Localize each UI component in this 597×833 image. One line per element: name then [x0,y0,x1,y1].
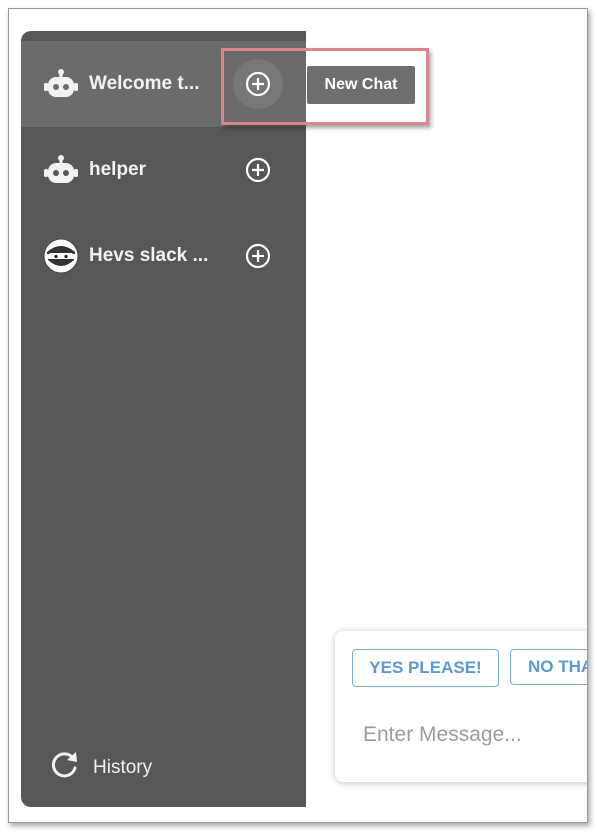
suggestion-yes-please-button[interactable]: YES PLEASE! [352,649,499,687]
plus-circle-icon[interactable] [233,231,283,281]
refresh-icon [49,750,81,785]
suggestion-no-thanks-button[interactable]: NO THA [510,649,587,685]
message-composer: YES PLEASE! NO THA [335,631,587,782]
sidebar-item-welcome[interactable]: Welcome t... [21,41,306,127]
robot-icon [43,66,79,102]
sidebar-item-hevs-slack[interactable]: Hevs slack ... [21,213,306,299]
sidebar-item-label: helper [89,159,147,180]
robot-icon [43,152,79,188]
sidebar-item-helper[interactable]: helper [21,127,306,213]
sidebar-item-label: Welcome t... [89,73,200,94]
plus-circle-icon[interactable] [233,145,283,195]
message-input[interactable] [361,719,587,751]
sidebar-item-label: Hevs slack ... [89,245,209,266]
plus-circle-icon[interactable] [233,59,283,109]
screenshot-frame: Welcome t... helper Hevs slack ... Histo… [8,8,588,823]
history-button[interactable]: History [49,750,152,785]
ninja-avatar-icon [43,238,79,274]
sidebar: Welcome t... helper Hevs slack ... Histo… [21,31,306,807]
history-label: History [93,756,153,778]
new-chat-tooltip: New Chat [307,66,415,104]
